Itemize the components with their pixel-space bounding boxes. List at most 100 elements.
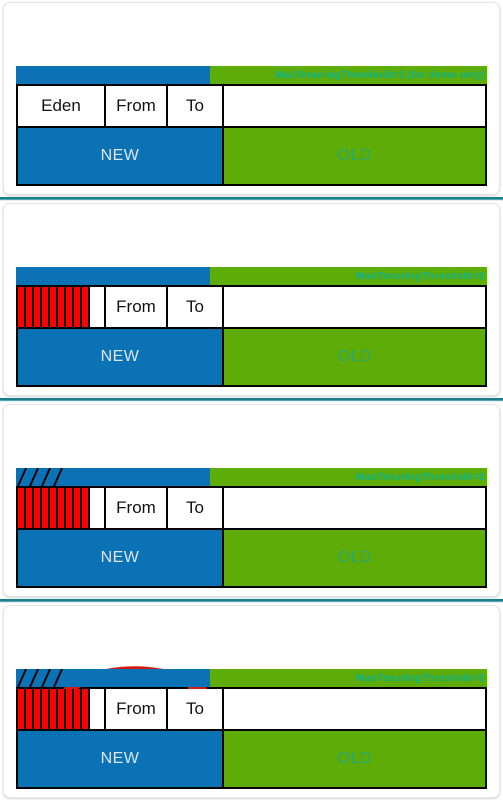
generation-row-4: NEW OLD bbox=[16, 731, 487, 789]
eden-object-bar bbox=[74, 488, 82, 528]
slide-4[interactable]: MaxTenuringThreshold=2 From To NEW OLD bbox=[3, 605, 500, 798]
heap-diagram-3: MaxTenuringThreshold=2 From To NEW OLD bbox=[16, 468, 487, 588]
young-generation-block-1[interactable]: NEW bbox=[18, 128, 222, 184]
slide-4-canvas: MaxTenuringThreshold=2 From To NEW OLD bbox=[4, 606, 499, 797]
to-survivor-cell-4[interactable]: To bbox=[168, 689, 224, 729]
eden-cell-3[interactable] bbox=[18, 488, 106, 528]
slide-2-canvas: MaxTenuringThreshold=2 From To NEW OLD bbox=[4, 204, 499, 395]
new-generation-label: NEW bbox=[100, 750, 140, 767]
from-label: From bbox=[116, 297, 156, 316]
to-survivor-cell-2[interactable]: To bbox=[168, 287, 224, 327]
eden-object-bar bbox=[58, 287, 66, 327]
young-generation-block-4[interactable]: NEW bbox=[18, 731, 222, 787]
eden-object-bar bbox=[74, 287, 82, 327]
to-label: To bbox=[186, 96, 204, 115]
eden-object-bar bbox=[66, 488, 74, 528]
eden-object-bar bbox=[26, 488, 34, 528]
to-survivor-cell-3[interactable]: To bbox=[168, 488, 224, 528]
old-generation-block-1[interactable]: OLD bbox=[222, 128, 485, 184]
eden-cell-1[interactable]: Eden bbox=[18, 86, 106, 126]
old-area-cell-3 bbox=[224, 488, 485, 528]
threshold-strip-young-2 bbox=[16, 267, 210, 285]
eden-object-bar bbox=[42, 689, 50, 729]
to-label: To bbox=[186, 699, 204, 718]
eden-object-bars-3 bbox=[18, 488, 90, 528]
threshold-strip-2: MaxTenuringThreshold=2 bbox=[16, 267, 487, 285]
young-generation-block-2[interactable]: NEW bbox=[18, 329, 222, 385]
eden-label: Eden bbox=[41, 96, 81, 115]
eden-object-bar bbox=[66, 287, 74, 327]
old-generation-label: OLD bbox=[337, 750, 372, 767]
slide-3-canvas: MaxTenuringThreshold=2 From To NEW OLD bbox=[4, 405, 499, 596]
eden-cell-2[interactable] bbox=[18, 287, 106, 327]
to-survivor-cell-1[interactable]: To bbox=[168, 86, 224, 126]
from-survivor-cell-3[interactable]: From bbox=[106, 488, 168, 528]
eden-object-bar bbox=[18, 488, 26, 528]
heap-diagram-4: MaxTenuringThreshold=2 From To NEW OLD bbox=[16, 666, 487, 789]
eden-cell-4[interactable] bbox=[18, 689, 106, 729]
old-area-cell-2 bbox=[224, 287, 485, 327]
max-tenuring-threshold-label: MaxTenuringThreshold=2 bbox=[355, 270, 485, 282]
max-tenuring-threshold-label: MaxTenuringThreshold=2 bbox=[355, 672, 485, 684]
generation-row-3: NEW OLD bbox=[16, 530, 487, 588]
heap-diagram-2: MaxTenuringThreshold=2 From To NEW OLD bbox=[16, 267, 487, 387]
old-generation-block-4[interactable]: OLD bbox=[222, 731, 485, 787]
eden-object-bar bbox=[26, 287, 34, 327]
threshold-strip-4: MaxTenuringThreshold=2 bbox=[16, 669, 487, 687]
old-area-cell-4 bbox=[224, 689, 485, 729]
threshold-strip-young-4 bbox=[16, 669, 210, 687]
from-label: From bbox=[116, 96, 156, 115]
generation-row-1: NEW OLD bbox=[16, 128, 487, 186]
eden-object-bar bbox=[82, 287, 90, 327]
eden-object-bar bbox=[42, 488, 50, 528]
from-survivor-cell-4[interactable]: From bbox=[106, 689, 168, 729]
slide-separator-3 bbox=[0, 599, 503, 603]
eden-object-bar bbox=[34, 689, 42, 729]
eden-object-bars-4 bbox=[18, 689, 90, 729]
slide-1[interactable]: MaxTenuringThreshold=2 (for demo only) E… bbox=[3, 2, 500, 195]
eden-object-bar bbox=[26, 689, 34, 729]
old-generation-block-2[interactable]: OLD bbox=[222, 329, 485, 385]
threshold-strip-young-1 bbox=[16, 66, 210, 84]
slide-2[interactable]: MaxTenuringThreshold=2 From To NEW OLD bbox=[3, 203, 500, 396]
survivor-table-4: From To bbox=[16, 687, 487, 731]
eden-object-bars-2 bbox=[18, 287, 90, 327]
max-tenuring-threshold-label: MaxTenuringThreshold=2 bbox=[355, 471, 485, 483]
heap-diagram-1: MaxTenuringThreshold=2 (for demo only) E… bbox=[16, 66, 487, 186]
young-generation-block-3[interactable]: NEW bbox=[18, 530, 222, 586]
survivor-table-3: From To bbox=[16, 486, 487, 530]
new-generation-label: NEW bbox=[100, 147, 140, 164]
new-generation-label: NEW bbox=[100, 549, 140, 566]
eden-object-bar bbox=[34, 287, 42, 327]
eden-object-bar bbox=[82, 689, 90, 729]
eden-object-bar bbox=[18, 689, 26, 729]
from-survivor-cell-1[interactable]: From bbox=[106, 86, 168, 126]
old-area-cell-1 bbox=[224, 86, 485, 126]
generation-row-2: NEW OLD bbox=[16, 329, 487, 387]
eden-object-bar bbox=[18, 287, 26, 327]
slide-deck: MaxTenuringThreshold=2 (for demo only) E… bbox=[0, 0, 503, 800]
to-label: To bbox=[186, 498, 204, 517]
eden-object-bar bbox=[42, 287, 50, 327]
old-generation-label: OLD bbox=[337, 348, 372, 365]
old-generation-label: OLD bbox=[337, 147, 372, 164]
survivor-table-2: From To bbox=[16, 285, 487, 329]
from-survivor-cell-2[interactable]: From bbox=[106, 287, 168, 327]
eden-object-bar bbox=[66, 689, 74, 729]
eden-object-bar bbox=[58, 488, 66, 528]
threshold-strip-3: MaxTenuringThreshold=2 bbox=[16, 468, 487, 486]
max-tenuring-threshold-label: MaxTenuringThreshold=2 (for demo only) bbox=[274, 69, 485, 81]
slide-separator-2 bbox=[0, 398, 503, 402]
from-label: From bbox=[116, 498, 156, 517]
to-label: To bbox=[186, 297, 204, 316]
old-generation-block-3[interactable]: OLD bbox=[222, 530, 485, 586]
slide-1-canvas: MaxTenuringThreshold=2 (for demo only) E… bbox=[4, 3, 499, 194]
threshold-strip-1: MaxTenuringThreshold=2 (for demo only) bbox=[16, 66, 487, 84]
eden-object-bar bbox=[50, 287, 58, 327]
threshold-strip-young-3 bbox=[16, 468, 210, 486]
eden-object-bar bbox=[34, 488, 42, 528]
slide-3[interactable]: MaxTenuringThreshold=2 From To NEW OLD bbox=[3, 404, 500, 597]
eden-object-bar bbox=[82, 488, 90, 528]
slide-separator-1 bbox=[0, 197, 503, 201]
eden-object-bar bbox=[74, 689, 82, 729]
